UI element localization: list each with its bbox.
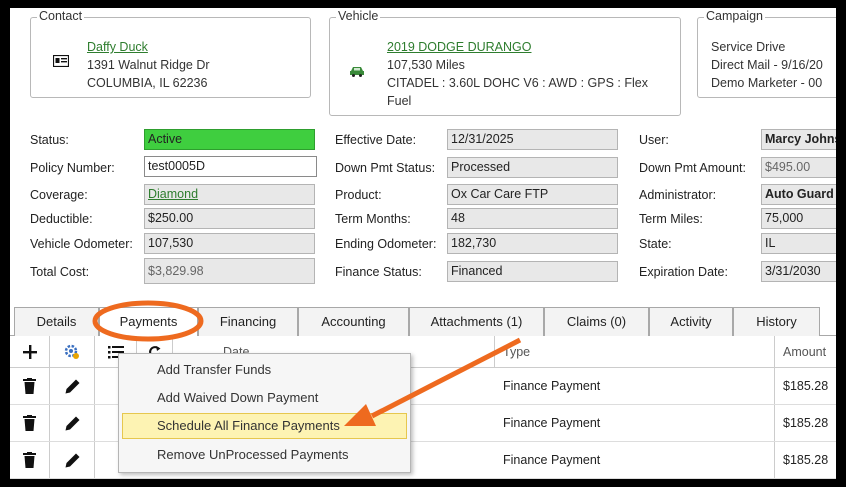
payments-tab-highlight-circle — [92, 300, 204, 342]
annotation-overlay — [92, 300, 522, 426]
policy-window: Contact Daffy Duck 1391 Walnut Ridge Dr … — [10, 8, 836, 479]
annotation-arrow-line — [370, 337, 522, 419]
annotation-arrow-head — [344, 404, 376, 426]
